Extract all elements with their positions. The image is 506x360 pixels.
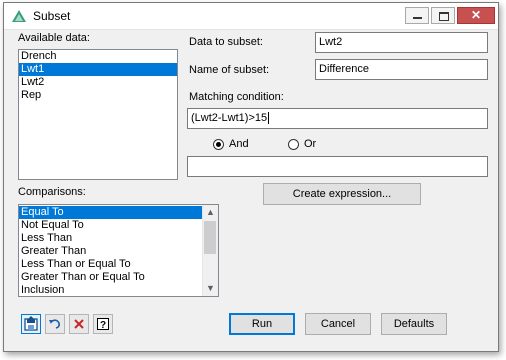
comparisons-label: Comparisons: (18, 186, 86, 198)
minimize-button[interactable] (405, 7, 429, 24)
list-item[interactable]: Lwt1 (19, 63, 177, 76)
and-radio[interactable] (213, 139, 224, 150)
and-radio-dot (216, 142, 221, 147)
help-icon: ? (97, 318, 109, 331)
maximize-icon (439, 12, 449, 21)
matching-condition-field[interactable]: (Lwt2-Lwt1)>15 (187, 108, 488, 129)
close-icon: ✕ (470, 8, 482, 22)
clear-button[interactable] (69, 314, 89, 334)
list-item[interactable]: Inclusion (19, 284, 202, 296)
list-item[interactable]: Equal To (19, 206, 202, 219)
available-data-label: Available data: (18, 32, 90, 44)
or-radio[interactable] (288, 139, 299, 150)
comparisons-list[interactable]: Equal To Not Equal To Less Than Greater Tha… (18, 204, 219, 297)
defaults-button[interactable]: Defaults (381, 313, 447, 335)
text-caret (268, 112, 270, 125)
expression-field[interactable] (187, 156, 488, 177)
list-item[interactable]: Drench (19, 50, 177, 63)
undo-icon (49, 319, 60, 329)
list-item[interactable]: Less Than (19, 232, 202, 245)
app-icon (12, 10, 26, 22)
list-item[interactable]: Not Equal To (19, 219, 202, 232)
subset-dialog: Subset ✕ Available data: Drench Lwt1 Lwt2 R… (3, 2, 499, 352)
create-expression-button[interactable]: Create expression... (263, 183, 421, 205)
save-options-button[interactable] (21, 314, 41, 334)
help-button[interactable]: ? (93, 314, 113, 334)
save-options-icon (24, 316, 38, 331)
scroll-down-icon[interactable]: ▼ (203, 281, 218, 296)
scroll-up-icon[interactable]: ▲ (203, 205, 218, 220)
list-item[interactable]: Greater Than or Equal To (19, 271, 202, 284)
data-to-subset-label: Data to subset: (189, 36, 263, 48)
list-item[interactable]: Less Than or Equal To (19, 258, 202, 271)
run-button[interactable]: Run (229, 313, 295, 335)
name-of-subset-field[interactable]: Difference (315, 59, 488, 80)
title-bar[interactable]: Subset ✕ (4, 3, 498, 30)
matching-condition-label: Matching condition: (189, 91, 284, 103)
undo-button[interactable] (45, 314, 65, 334)
data-to-subset-field[interactable]: Lwt2 (315, 32, 488, 53)
list-item[interactable]: Lwt2 (19, 76, 177, 89)
scroll-thumb[interactable] (204, 221, 216, 254)
clear-x-icon (74, 319, 84, 329)
comparisons-scrollbar[interactable]: ▲ ▼ (202, 205, 218, 296)
cancel-button[interactable]: Cancel (305, 313, 371, 335)
name-of-subset-label: Name of subset: (189, 64, 270, 76)
svg-text:?: ? (100, 320, 106, 331)
minimize-icon (413, 17, 422, 19)
available-data-list[interactable]: Drench Lwt1 Lwt2 Rep (18, 49, 178, 180)
list-item[interactable]: Rep (19, 89, 177, 102)
comparisons-items: Equal To Not Equal To Less Than Greater Tha… (19, 206, 202, 296)
window-title: Subset (33, 9, 71, 23)
matching-condition-text: (Lwt2-Lwt1)>15 (191, 112, 268, 124)
maximize-button[interactable] (431, 7, 455, 24)
or-label[interactable]: Or (304, 138, 316, 150)
and-label[interactable]: And (229, 138, 249, 150)
close-button[interactable]: ✕ (457, 7, 495, 24)
list-item[interactable]: Greater Than (19, 245, 202, 258)
